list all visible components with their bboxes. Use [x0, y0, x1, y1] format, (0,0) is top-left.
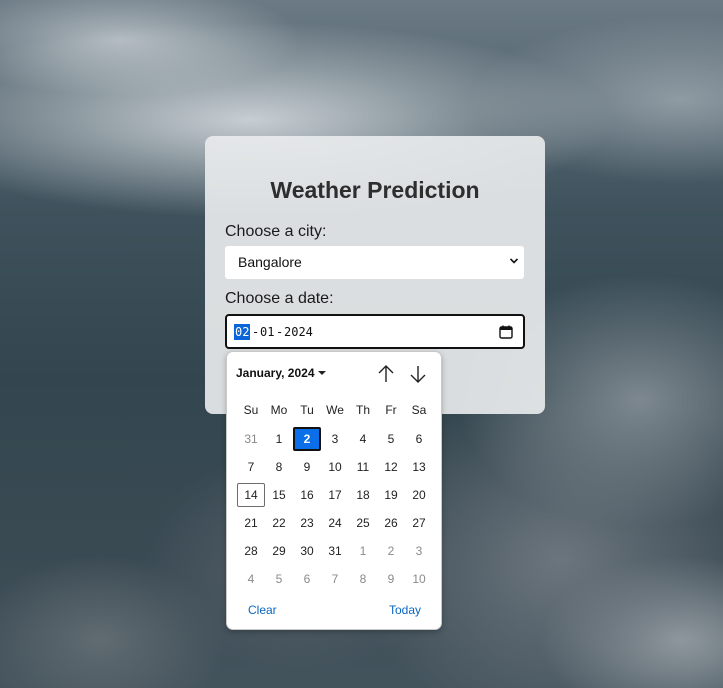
arrow-up-icon[interactable] [376, 363, 396, 385]
city-select-value: Bangalore [238, 254, 302, 270]
calendar-day[interactable]: 13 [405, 455, 433, 479]
calendar-day[interactable]: 7 [321, 567, 349, 591]
caret-down-icon [317, 371, 326, 375]
calendar-week: 4 5 6 7 8 9 10 [237, 567, 433, 591]
calendar-day[interactable]: 31 [237, 427, 265, 451]
weekday-label: Fr [385, 403, 397, 417]
calendar-day[interactable]: 20 [405, 483, 433, 507]
calendar-day[interactable]: 9 [377, 567, 405, 591]
city-select[interactable]: Bangalore [225, 246, 524, 279]
page-title: Weather Prediction [270, 177, 480, 203]
today-button[interactable]: Today [389, 603, 421, 617]
calendar-day[interactable]: 17 [321, 483, 349, 507]
calendar-day[interactable]: 1 [349, 539, 377, 563]
weekday-label: We [326, 403, 344, 417]
calendar-day[interactable]: 24 [321, 511, 349, 535]
calendar-day[interactable]: 23 [293, 511, 321, 535]
date-year-segment[interactable]: 2024 [284, 324, 313, 340]
calendar-day[interactable]: 5 [377, 427, 405, 451]
calendar-day[interactable]: 6 [405, 427, 433, 451]
calendar-day[interactable]: 22 [265, 511, 293, 535]
calendar-day[interactable]: 7 [237, 455, 265, 479]
weekday-label: Su [243, 403, 259, 417]
date-day-segment[interactable]: 01 [260, 324, 274, 340]
calendar-day[interactable]: 4 [349, 427, 377, 451]
calendar-day[interactable]: 10 [321, 455, 349, 479]
calendar-day[interactable]: 19 [377, 483, 405, 507]
date-input[interactable]: 02 - 01 - 2024 [225, 314, 525, 349]
weekday-label: Sa [411, 403, 427, 417]
date-picker-popup: January, 2024 Su Mo Tu We Th Fr Sa 31 1 2 3 4 5 6 78… [226, 351, 442, 630]
calendar-day[interactable]: 4 [237, 567, 265, 591]
calendar-week: 14 15 16 17 18 19 20 [237, 483, 433, 507]
calendar-day-today[interactable]: 14 [237, 483, 265, 507]
calendar-day[interactable]: 1 [265, 427, 293, 451]
date-month-segment[interactable]: 02 [234, 324, 251, 340]
calendar-day[interactable]: 12 [377, 455, 405, 479]
calendar-day[interactable]: 8 [349, 567, 377, 591]
weekday-header: Su Mo Tu We Th Fr Sa [237, 403, 433, 417]
date-label: Choose a date: [225, 290, 334, 307]
calendar-day[interactable]: 16 [293, 483, 321, 507]
weekday-label: Tu [300, 403, 314, 417]
calendar-day[interactable]: 27 [405, 511, 433, 535]
calendar-day[interactable]: 3 [321, 427, 349, 451]
date-separator: - [252, 325, 260, 339]
calendar-day[interactable]: 3 [405, 539, 433, 563]
calendar-day[interactable]: 18 [349, 483, 377, 507]
calendar-day[interactable]: 31 [321, 539, 349, 563]
date-separator: - [276, 325, 284, 339]
chevron-down-icon [510, 258, 518, 264]
calendar-week: 31 1 2 3 4 5 6 [237, 427, 433, 451]
calendar-day[interactable]: 21 [237, 511, 265, 535]
calendar-day[interactable]: 15 [265, 483, 293, 507]
calendar-day[interactable]: 9 [293, 455, 321, 479]
calendar-week: 28 29 30 31 1 2 3 [237, 539, 433, 563]
calendar-day[interactable]: 2 [377, 539, 405, 563]
calendar-week: 7 8 9 10 11 12 13 [237, 455, 433, 479]
month-year-selector[interactable]: January, 2024 [236, 366, 326, 380]
calendar-day-selected[interactable]: 2 [293, 427, 321, 451]
calendar-week: 21 22 23 24 25 26 27 [237, 511, 433, 535]
calendar-day[interactable]: 29 [265, 539, 293, 563]
month-year-label: January, 2024 [236, 366, 315, 380]
weekday-label: Mo [270, 403, 288, 417]
calendar-day[interactable]: 30 [293, 539, 321, 563]
calendar-day[interactable]: 8 [265, 455, 293, 479]
calendar-icon[interactable] [499, 325, 513, 339]
calendar-day[interactable]: 5 [265, 567, 293, 591]
calendar-day[interactable]: 6 [293, 567, 321, 591]
city-label: Choose a city: [225, 223, 327, 240]
weekday-label: Th [355, 403, 370, 417]
calendar-day[interactable]: 26 [377, 511, 405, 535]
calendar-day[interactable]: 25 [349, 511, 377, 535]
arrow-down-icon[interactable] [408, 363, 428, 385]
calendar-day[interactable]: 10 [405, 567, 433, 591]
calendar-day[interactable]: 11 [349, 455, 377, 479]
clear-button[interactable]: Clear [248, 603, 277, 617]
calendar-day[interactable]: 28 [237, 539, 265, 563]
